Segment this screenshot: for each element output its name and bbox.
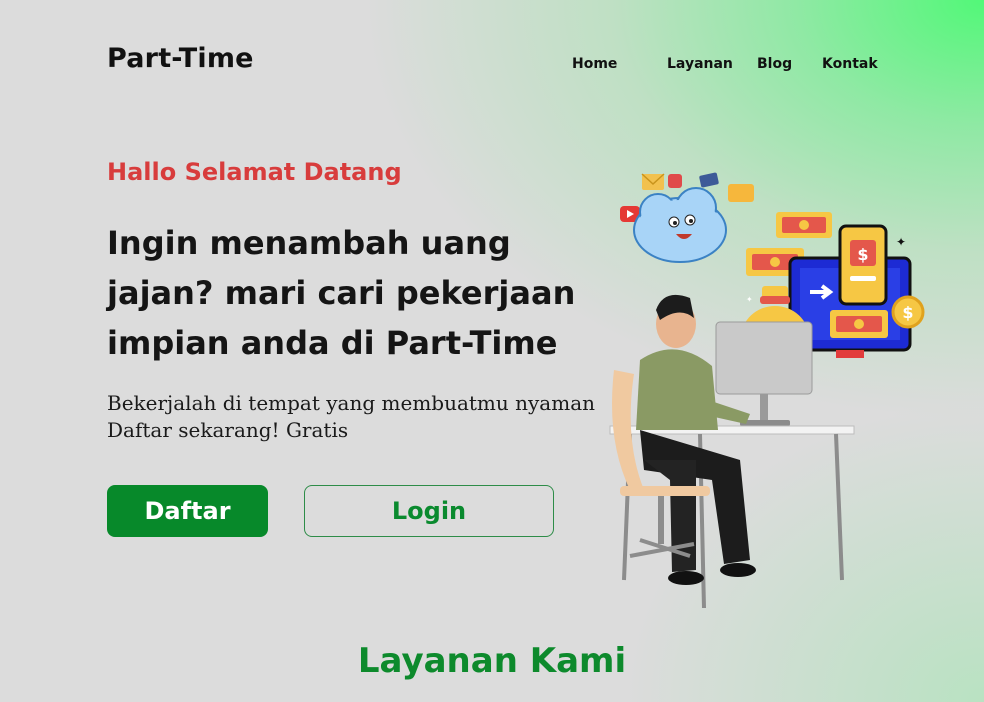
daftar-button[interactable]: Daftar <box>107 485 268 537</box>
app-icon <box>668 174 682 188</box>
nav-layanan[interactable]: Layanan <box>667 56 733 72</box>
headline-line-1: Ingin menambah uang <box>107 224 511 262</box>
subtext-line-1: Bekerjalah di tempat yang membuatmu nyam… <box>107 391 595 415</box>
hero-illustration: $ $ $ <box>609 172 925 609</box>
headline-line-2: jajan? mari cari pekerjaan <box>107 274 576 312</box>
nav-home[interactable]: Home <box>572 56 617 72</box>
cloud-character <box>633 187 727 263</box>
nav-kontak[interactable]: Kontak <box>822 56 878 72</box>
nav-blog[interactable]: Blog <box>757 56 792 72</box>
services-title: Layanan Kami <box>357 641 627 681</box>
login-button[interactable]: Login <box>304 485 554 537</box>
phone-icon: $ <box>838 224 888 306</box>
coin-icon: $ <box>891 295 925 329</box>
coin-dollar-text: $ <box>902 303 913 322</box>
headline-line-3: impian anda di Part-Time <box>107 324 558 362</box>
cash-bill-icon <box>776 212 832 238</box>
svg-text:✦: ✦ <box>746 295 753 304</box>
main-nav: Home Layanan Blog Kontak <box>0 56 984 76</box>
cash-bill-icon <box>830 310 888 338</box>
illus-dollar-text: $ <box>857 245 868 264</box>
hero-greeting: Hallo Selamat Datang <box>107 158 402 186</box>
hero-headline: Ingin menambah uang jajan? mari cari pek… <box>107 218 607 368</box>
hero-subtext: Bekerjalah di tempat yang membuatmu nyam… <box>107 390 627 444</box>
svg-text:✦: ✦ <box>896 235 906 249</box>
subtext-line-2: Daftar sekarang! Gratis <box>107 418 349 442</box>
mail-icon <box>641 173 665 190</box>
folder-icon <box>728 184 754 202</box>
device-icon <box>699 172 719 188</box>
